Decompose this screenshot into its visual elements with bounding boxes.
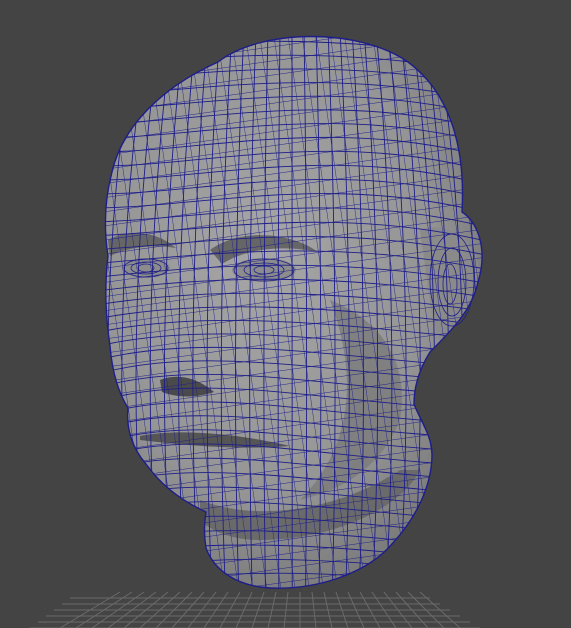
mesh-edge-loop	[471, 36, 483, 589]
3d-viewport[interactable]	[0, 0, 571, 628]
mesh-edge-loop	[496, 30, 534, 600]
mesh-edge-loop	[484, 30, 520, 600]
mesh-edge-loop	[65, 30, 100, 600]
viewport-canvas[interactable]	[0, 0, 571, 628]
head-mesh[interactable]	[0, 0, 571, 628]
mesh-edge-loop	[459, 36, 483, 589]
floor-grid	[30, 591, 480, 628]
